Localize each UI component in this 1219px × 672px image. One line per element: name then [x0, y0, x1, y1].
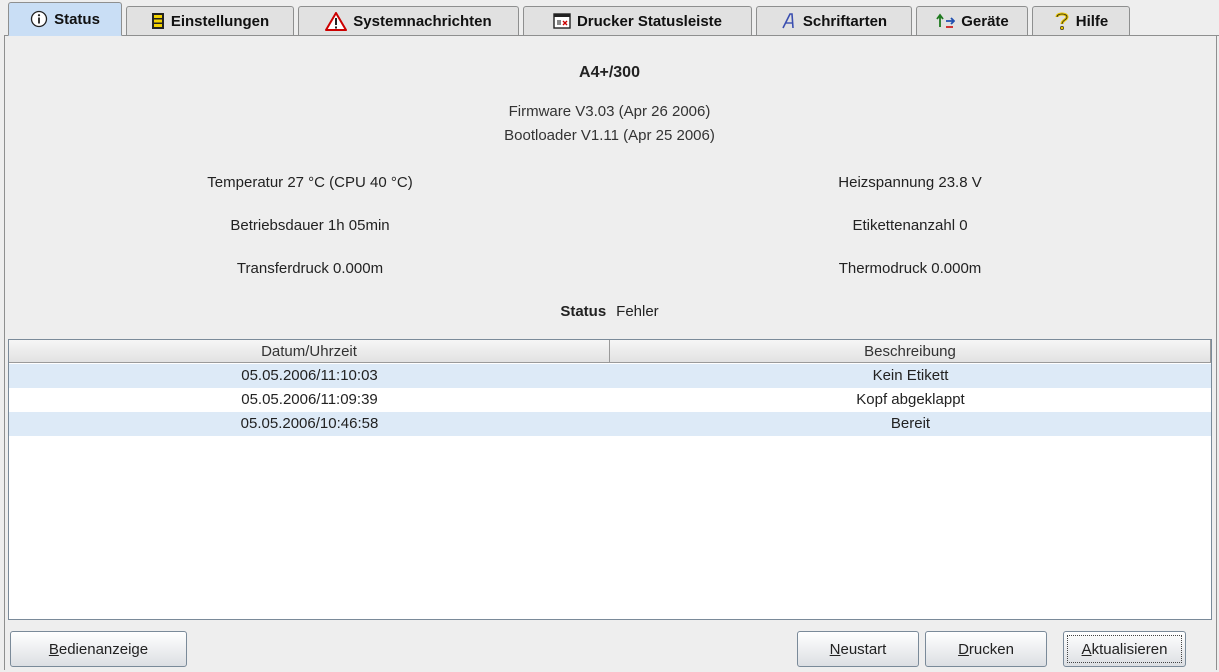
tab-schriftarten[interactable]: Schriftarten: [756, 6, 912, 35]
tab-label: Geräte: [961, 12, 1009, 30]
tab-einstellungen[interactable]: Einstellungen: [126, 6, 294, 35]
tab-label: Systemnachrichten: [353, 12, 492, 30]
devices-icon: [935, 13, 956, 29]
tab-label: Einstellungen: [170, 12, 270, 30]
status-line: Status Fehler: [0, 303, 1219, 320]
mnemonic: N: [829, 640, 841, 658]
tab-geraete[interactable]: Geräte: [916, 6, 1028, 35]
tab-status[interactable]: Status: [8, 2, 122, 36]
bootloader-version: Bootloader V1.11 (Apr 25 2006): [504, 127, 715, 144]
tab-hilfe[interactable]: Hilfe: [1032, 6, 1130, 35]
tab-label: Schriftarten: [802, 12, 888, 30]
tab-label: Hilfe: [1075, 12, 1109, 30]
tab-systemnachrichten[interactable]: Systemnachrichten: [298, 6, 519, 35]
thermo-print-value: Thermodruck 0.000m: [838, 260, 982, 277]
firmware-version: Firmware V3.03 (Apr 26 2006): [508, 103, 711, 120]
column-header-datetime[interactable]: Datum/Uhrzeit: [9, 340, 610, 363]
operator-panel-button[interactable]: Bedienanzeige: [10, 631, 187, 667]
event-log-table[interactable]: Datum/Uhrzeit Beschreibung 05.05.2006/11…: [8, 339, 1212, 620]
cell-description: Kopf abgeklappt: [856, 391, 965, 408]
warning-icon: [325, 11, 348, 31]
settings-icon: [151, 12, 165, 30]
label-count-value: Etikettenanzahl 0: [852, 217, 968, 234]
printer-statusbar-icon: [553, 13, 571, 29]
font-icon: [781, 12, 797, 30]
mnemonic: B: [48, 640, 59, 658]
tab-drucker-statusleiste[interactable]: Drucker Statusleiste: [523, 6, 752, 35]
table-row[interactable]: 05.05.2006/11:09:39 Kopf abgeklappt: [9, 388, 1211, 412]
transfer-print-value: Transferdruck 0.000m: [236, 260, 384, 277]
table-header: Datum/Uhrzeit Beschreibung: [9, 340, 1211, 364]
table-body: 05.05.2006/11:10:03 Kein Etikett 05.05.2…: [9, 364, 1211, 436]
button-label: edienanzeige: [58, 640, 149, 658]
mnemonic: A: [1081, 640, 1092, 658]
button-label: rucken: [968, 640, 1014, 658]
button-label: eustart: [840, 640, 887, 658]
status-value: Fehler: [616, 303, 659, 320]
cell-datetime: 05.05.2006/10:46:58: [240, 415, 379, 432]
info-icon: [30, 10, 48, 28]
printer-model: A4+/300: [579, 64, 640, 81]
heating-voltage-value: Heizspannung 23.8 V: [838, 174, 982, 191]
table-row[interactable]: 05.05.2006/11:10:03 Kein Etikett: [9, 364, 1211, 388]
table-row[interactable]: 05.05.2006/10:46:58 Bereit: [9, 412, 1211, 436]
help-icon: [1054, 11, 1070, 31]
temperature-value: Temperatur 27 °C (CPU 40 °C): [207, 174, 413, 191]
cell-description: Kein Etikett: [872, 367, 949, 384]
refresh-button[interactable]: Aktualisieren: [1063, 631, 1186, 667]
cell-datetime: 05.05.2006/11:10:03: [241, 367, 378, 384]
column-header-description[interactable]: Beschreibung: [610, 340, 1211, 363]
button-label: ktualisieren: [1091, 640, 1168, 658]
cell-datetime: 05.05.2006/11:09:39: [241, 391, 378, 408]
mnemonic: D: [958, 640, 969, 658]
cell-description: Bereit: [890, 415, 931, 432]
tab-label: Status: [54, 10, 100, 28]
operating-time-value: Betriebsdauer 1h 05min: [230, 217, 390, 234]
tab-label: Drucker Statusleiste: [576, 12, 723, 30]
restart-button[interactable]: Neustart: [797, 631, 919, 667]
status-label: Status: [560, 303, 607, 320]
print-button[interactable]: Drucken: [925, 631, 1047, 667]
tab-bar: Status Einstellungen Systemnachrichten D…: [0, 0, 1219, 36]
